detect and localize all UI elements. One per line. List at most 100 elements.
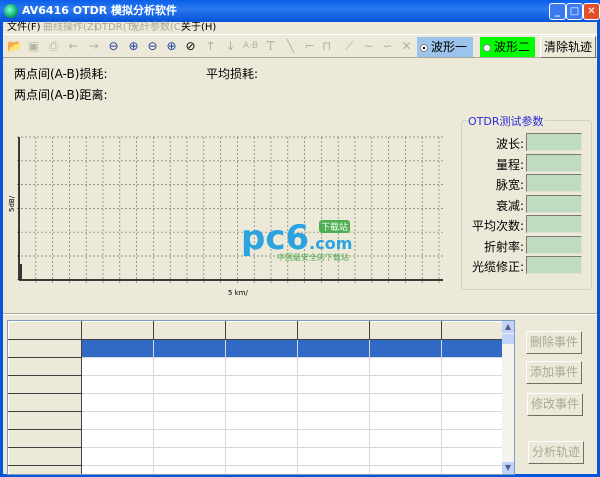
table-cell[interactable] (296, 447, 370, 466)
table-cell[interactable] (152, 339, 226, 358)
table-cell[interactable] (296, 411, 370, 430)
otdr-params-group: OTDR测试参数 波长: 量程: 脉宽: 衰减: 平均次数: 折射率: 光缆修正: (461, 113, 592, 290)
table-cell[interactable] (80, 393, 154, 412)
scroll-thumb[interactable] (502, 334, 514, 344)
table-cell[interactable] (80, 375, 154, 394)
table-row[interactable] (8, 339, 514, 358)
table-cell[interactable] (368, 447, 442, 466)
y-scale-label: 5dB/ (8, 195, 16, 212)
table-cell[interactable] (296, 339, 370, 358)
table-cell[interactable] (80, 465, 154, 474)
table-cell[interactable] (80, 447, 154, 466)
table-cell[interactable] (224, 411, 298, 430)
param-row: 脉宽: (462, 174, 592, 194)
table-cell[interactable] (80, 357, 154, 376)
row-header[interactable] (8, 411, 82, 430)
event-table[interactable]: ▲ ▼ (7, 320, 515, 475)
table-row[interactable] (8, 465, 514, 474)
trace-start-mark (20, 264, 22, 280)
table-cell[interactable] (296, 393, 370, 412)
x-scale-label: 5 km/ (228, 289, 249, 297)
param-row: 波长: (462, 133, 592, 153)
table-cell[interactable] (224, 339, 298, 358)
table-cell[interactable] (152, 393, 226, 412)
column-header[interactable] (296, 321, 370, 340)
row-header[interactable] (8, 393, 82, 412)
param-label: 平均次数: (471, 219, 524, 233)
param-value (526, 215, 582, 233)
column-header[interactable] (80, 321, 154, 340)
param-label: 脉宽: (495, 178, 524, 192)
row-header[interactable] (8, 429, 82, 448)
table-cell[interactable] (224, 393, 298, 412)
modify-event-button[interactable]: 修改事件 (527, 393, 583, 416)
table-cell[interactable] (368, 357, 442, 376)
table-cell[interactable] (224, 357, 298, 376)
wave2-label: 波形二 (494, 40, 531, 54)
table-cell[interactable] (368, 429, 442, 448)
maximize-button[interactable]: □ (566, 3, 583, 20)
scroll-down-icon[interactable]: ▼ (502, 462, 514, 474)
close-button[interactable]: ✕ (583, 3, 600, 20)
table-cell[interactable] (224, 465, 298, 474)
table-cell[interactable] (296, 357, 370, 376)
minimize-button[interactable]: _ (549, 3, 566, 20)
table-cell[interactable] (80, 429, 154, 448)
table-cell[interactable] (296, 465, 370, 474)
table-row[interactable] (8, 393, 514, 412)
table-row[interactable] (8, 429, 514, 448)
param-label: 量程: (495, 157, 524, 172)
delete-event-button[interactable]: 删除事件 (526, 331, 582, 354)
vertical-scrollbar[interactable]: ▲ ▼ (502, 321, 514, 474)
param-value (526, 133, 582, 151)
row-header[interactable] (8, 339, 82, 358)
table-cell[interactable] (224, 429, 298, 448)
table-cell[interactable] (152, 357, 226, 376)
wave2-radio[interactable]: 波形二 (480, 37, 535, 57)
row-header[interactable] (8, 465, 82, 474)
table-cell[interactable] (368, 375, 442, 394)
table-row[interactable] (8, 411, 514, 430)
param-row: 衰减: (462, 194, 592, 215)
analyze-trace-button[interactable]: 分析轨迹 (528, 441, 584, 464)
table-cell[interactable] (152, 375, 226, 394)
param-label: 波长: (495, 137, 524, 151)
table-cell[interactable] (152, 411, 226, 430)
params-title: OTDR测试参数 (467, 113, 545, 129)
table-row[interactable] (8, 447, 514, 466)
table-cell[interactable] (224, 375, 298, 394)
radio-unselected-icon (483, 43, 491, 52)
table-cell[interactable] (152, 429, 226, 448)
divider (3, 313, 597, 315)
param-value (526, 153, 582, 172)
table-cell[interactable] (152, 465, 226, 474)
table-cell[interactable] (152, 447, 226, 466)
add-event-button[interactable]: 添加事件 (526, 361, 582, 384)
table-row[interactable] (8, 357, 514, 376)
table-cell[interactable] (368, 393, 442, 412)
param-row: 平均次数: (462, 215, 592, 235)
column-header[interactable] (224, 321, 298, 340)
otdr-trace-chart[interactable]: 5dB/ 5 km/ (3, 0, 463, 310)
clear-trace-button[interactable]: 清除轨迹 (540, 36, 596, 58)
scroll-up-icon[interactable]: ▲ (502, 321, 514, 333)
param-value (526, 256, 582, 274)
table-cell[interactable] (296, 375, 370, 394)
table-cell[interactable] (368, 465, 442, 474)
row-header[interactable] (8, 375, 82, 394)
row-header[interactable] (8, 357, 82, 376)
param-value (526, 174, 582, 192)
column-header[interactable] (8, 321, 82, 340)
table-cell[interactable] (368, 411, 442, 430)
table-cell[interactable] (80, 339, 154, 358)
table-cell[interactable] (296, 429, 370, 448)
app-window: AV6416 OTDR 模拟分析软件 _ □ ✕ 文件(F) 曲线操作(Z) O… (0, 0, 600, 477)
column-header[interactable] (152, 321, 226, 340)
table-cell[interactable] (80, 411, 154, 430)
table-cell[interactable] (224, 447, 298, 466)
column-header[interactable] (368, 321, 442, 340)
param-value (526, 235, 582, 254)
row-header[interactable] (8, 447, 82, 466)
table-row[interactable] (8, 375, 514, 394)
table-cell[interactable] (368, 339, 442, 358)
